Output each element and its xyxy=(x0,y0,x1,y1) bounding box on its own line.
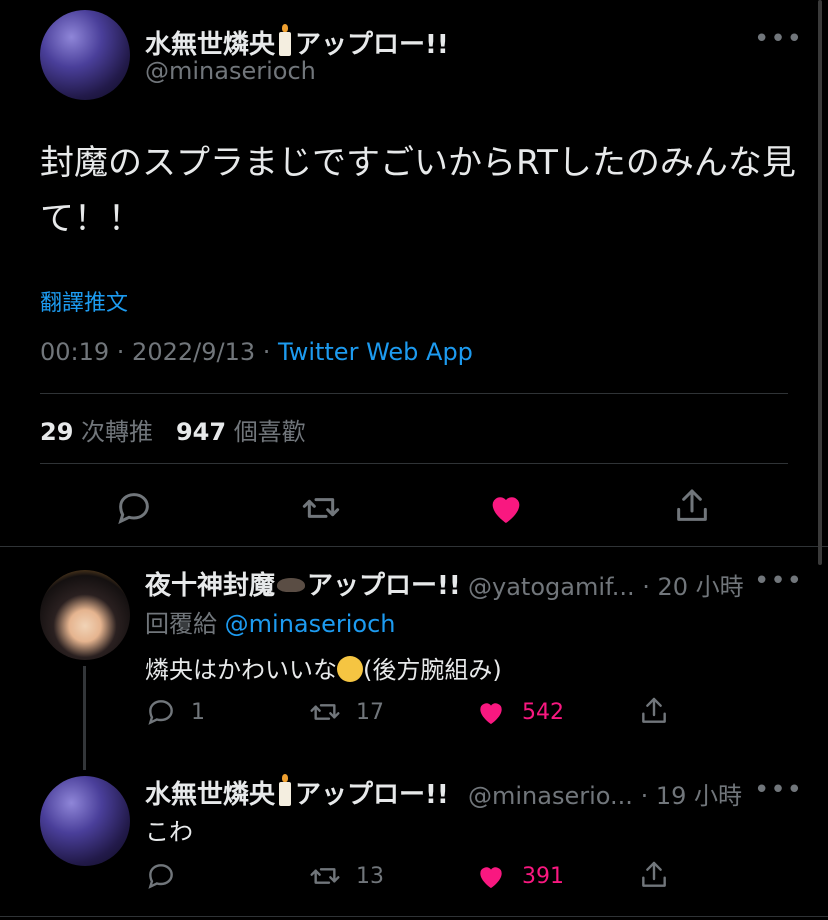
retweet-button[interactable]: 13 xyxy=(308,860,384,892)
reply-icon xyxy=(118,493,149,525)
reply-time[interactable]: · 20 小時 xyxy=(642,573,743,601)
reply-author-suffix: アップロー!! xyxy=(295,780,449,810)
like-button[interactable]: 542 xyxy=(474,696,564,728)
share-button[interactable] xyxy=(672,486,712,526)
reply-icon xyxy=(148,864,173,889)
tweet-meta: 00:19 · 2022/9/13 · Twitter Web App xyxy=(40,338,473,366)
like-count: 391 xyxy=(522,863,564,889)
retweet-icon xyxy=(302,498,340,518)
author-name-suffix: アップロー!! xyxy=(295,30,449,60)
like-icon xyxy=(480,867,502,888)
reply-button[interactable] xyxy=(145,860,177,892)
more-icon[interactable]: ••• xyxy=(754,775,803,805)
retweet-count: 17 xyxy=(356,699,384,725)
share-icon xyxy=(642,861,666,887)
share-icon xyxy=(677,489,707,521)
divider xyxy=(40,393,788,394)
candle-emoji-icon xyxy=(279,24,292,56)
like-icon xyxy=(480,703,502,724)
author-handle[interactable]: @minaserioch xyxy=(145,57,316,85)
reply-author-name-text: 水無世燐央 xyxy=(145,780,276,810)
reply-time[interactable]: · 19 小時 xyxy=(641,782,742,810)
reply-icon xyxy=(148,700,173,725)
divider xyxy=(0,546,828,547)
retweet-count: 13 xyxy=(356,863,384,889)
reply-handle-text: @minaserio... xyxy=(468,782,633,810)
like-count: 542 xyxy=(522,699,564,725)
retweet-button[interactable]: 17 xyxy=(308,696,384,728)
animal-emoji-icon xyxy=(277,578,306,592)
scrollbar[interactable] xyxy=(818,0,822,565)
author-name-text: 水無世燐央 xyxy=(145,30,276,60)
author-name[interactable]: 水無世燐央 アップロー!! xyxy=(145,24,449,61)
retweets-count[interactable]: 29 xyxy=(40,418,73,446)
retweet-icon xyxy=(310,868,340,884)
reply-avatar[interactable] xyxy=(40,776,130,866)
tweet-timestamp[interactable]: 00:19 · 2022/9/13 · xyxy=(40,338,278,366)
reply-handle-text: @yatogamif... xyxy=(468,573,635,601)
smiling-emoji-icon xyxy=(337,656,363,682)
reply-author-name-text: 夜十神封魔 xyxy=(145,571,276,601)
reply-avatar[interactable] xyxy=(40,570,130,660)
retweet-button[interactable] xyxy=(300,488,342,528)
more-icon[interactable]: ••• xyxy=(754,566,803,596)
reply-to: 回覆給 @minaserioch xyxy=(145,604,396,639)
share-button[interactable] xyxy=(638,858,670,892)
reply-to-handle[interactable]: @minaserioch xyxy=(225,610,396,638)
reply-text-main: 燐央はかわいいな xyxy=(145,656,337,684)
retweet-icon xyxy=(310,704,340,720)
reply-author-suffix: アップロー!! xyxy=(307,571,461,601)
more-icon[interactable]: ••• xyxy=(754,24,803,54)
reply-text: こわ xyxy=(145,818,193,846)
reply-author-name[interactable]: 水無世燐央 アップロー!! xyxy=(145,774,449,811)
divider xyxy=(0,916,828,917)
likes-label[interactable]: 個喜歡 xyxy=(234,418,306,446)
like-icon xyxy=(492,497,520,523)
share-icon xyxy=(642,697,666,723)
reply-count: 1 xyxy=(191,699,205,725)
author-avatar[interactable] xyxy=(40,10,130,100)
likes-count[interactable]: 947 xyxy=(176,418,226,446)
reply-button[interactable]: 1 xyxy=(145,696,205,728)
divider xyxy=(40,463,788,464)
retweets-label[interactable]: 次轉推 xyxy=(81,418,153,446)
tweet-text: 封魔のスプラまじですごいからRTしたのみんな見て！！ xyxy=(40,143,796,239)
reply-author-handle[interactable]: @minaserio... · 19 小時 xyxy=(468,776,742,811)
thread-connector xyxy=(83,666,86,770)
reply-text: 燐央はかわいいな (後方腕組み) xyxy=(145,650,502,685)
reply-author-name[interactable]: 夜十神封魔 アップロー!! xyxy=(145,565,461,602)
reply-to-label: 回覆給 xyxy=(145,610,217,638)
like-button[interactable]: 391 xyxy=(474,860,564,892)
tweet-source[interactable]: Twitter Web App xyxy=(278,338,473,366)
tweet-stats: 29 次轉推 947 個喜歡 xyxy=(40,412,306,447)
reply-text-after: (後方腕組み) xyxy=(363,656,502,684)
reply-author-handle[interactable]: @yatogamif... · 20 小時 xyxy=(468,567,744,602)
share-button[interactable] xyxy=(638,694,670,728)
translate-link[interactable]: 翻譯推文 xyxy=(40,285,128,317)
candle-emoji-icon xyxy=(279,774,292,806)
like-button[interactable] xyxy=(486,488,526,528)
reply-button[interactable] xyxy=(114,488,154,528)
